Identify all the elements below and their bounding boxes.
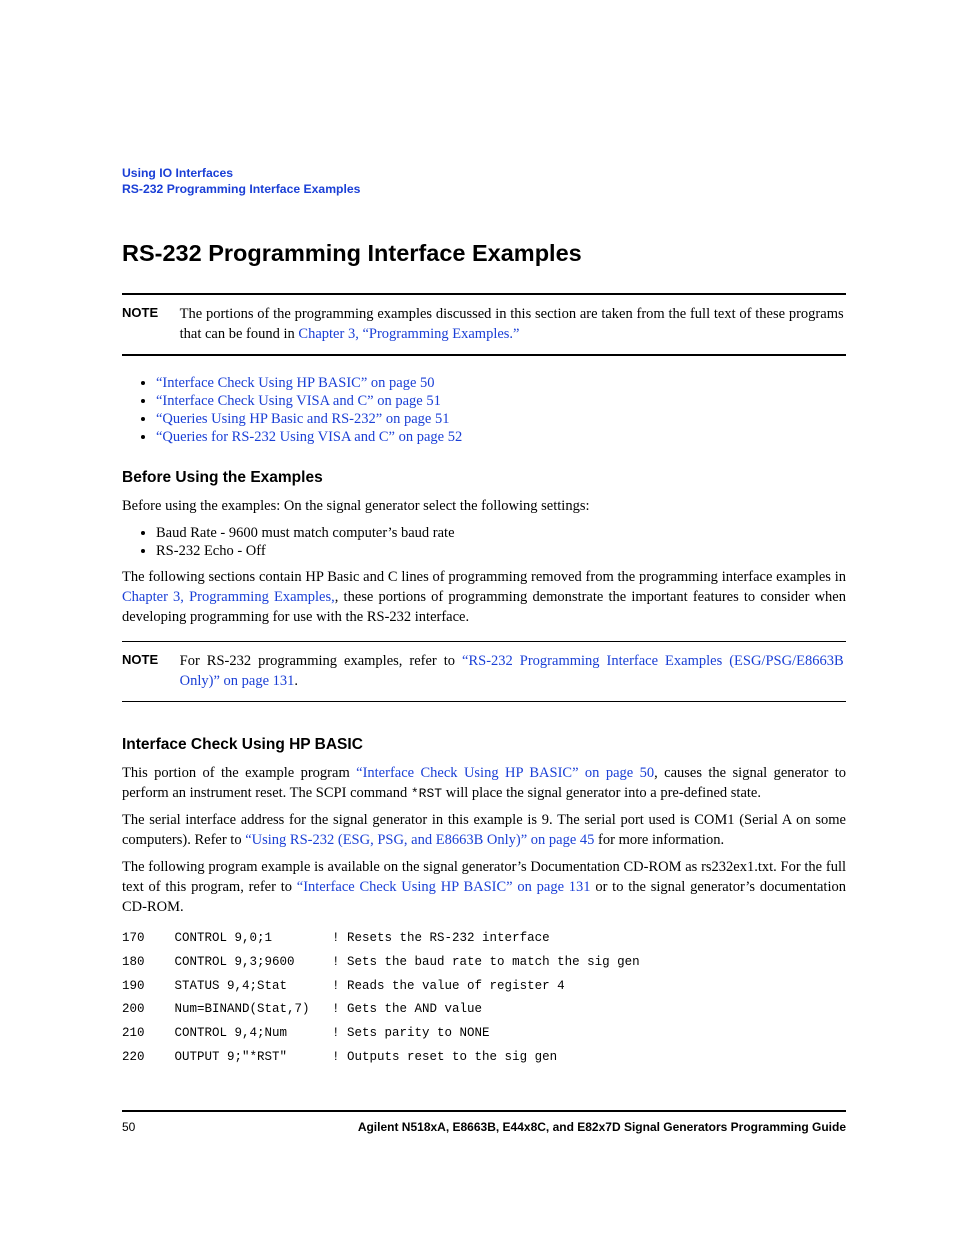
divider <box>122 701 846 702</box>
page-content: Using IO Interfaces RS-232 Programming I… <box>0 0 954 1194</box>
code-inline: *RST <box>411 786 442 801</box>
link-queries-basic[interactable]: “Queries Using HP Basic and RS-232” on p… <box>156 411 449 427</box>
list-item: “Interface Check Using VISA and C” on pa… <box>156 392 846 410</box>
page-title: RS-232 Programming Interface Examples <box>122 240 846 267</box>
link-using-rs232-p45[interactable]: “Using RS-232 (ESG, PSG, and E8663B Only… <box>245 832 594 848</box>
iface-p3: The following program example is availab… <box>122 858 846 917</box>
link-interface-check-visa[interactable]: “Interface Check Using VISA and C” on pa… <box>156 393 441 409</box>
link-interface-check-basic[interactable]: “Interface Check Using HP BASIC” on page… <box>156 375 435 391</box>
heading-before-examples: Before Using the Examples <box>122 469 846 487</box>
before-intro: Before using the examples: On the signal… <box>122 497 846 517</box>
note-label: NOTE <box>122 652 176 667</box>
heading-interface-check: Interface Check Using HP BASIC <box>122 736 846 754</box>
example-links-list: “Interface Check Using HP BASIC” on page… <box>122 374 846 447</box>
iface-p2: The serial interface address for the sig… <box>122 811 846 850</box>
text: This portion of the example program <box>122 765 356 781</box>
iface-p1: This portion of the example program “Int… <box>122 764 846 803</box>
divider <box>122 354 846 356</box>
note-block-2: NOTE For RS-232 programming examples, re… <box>122 642 846 701</box>
list-item: “Interface Check Using HP BASIC” on page… <box>156 374 846 392</box>
page-footer: 50 Agilent N518xA, E8663B, E44x8C, and E… <box>122 1110 846 1134</box>
link-interface-check-p50[interactable]: “Interface Check Using HP BASIC” on page… <box>356 765 654 781</box>
note-text: For RS-232 programming examples, refer t… <box>180 653 462 669</box>
list-item: “Queries Using HP Basic and RS-232” on p… <box>156 410 846 428</box>
text: The following sections contain HP Basic … <box>122 569 846 585</box>
breadcrumb: Using IO Interfaces RS-232 Programming I… <box>122 165 846 198</box>
link-interface-check-p131[interactable]: “Interface Check Using HP BASIC” on page… <box>297 879 591 895</box>
note-link-chapter3[interactable]: Chapter 3, “Programming Examples.” <box>298 326 519 342</box>
list-item: RS-232 Echo - Off <box>156 542 846 560</box>
link-queries-visa[interactable]: “Queries for RS-232 Using VISA and C” on… <box>156 429 462 445</box>
note-label: NOTE <box>122 305 176 320</box>
footer-label: Agilent N518xA, E8663B, E44x8C, and E82x… <box>358 1120 846 1134</box>
link-chapter3-examples[interactable]: Chapter 3, Programming Examples, <box>122 589 335 605</box>
list-item: “Queries for RS-232 Using VISA and C” on… <box>156 428 846 446</box>
before-paragraph: The following sections contain HP Basic … <box>122 568 846 627</box>
note-block-1: NOTE The portions of the programming exa… <box>122 295 846 354</box>
text: will place the signal generator into a p… <box>442 785 761 801</box>
breadcrumb-line1: Using IO Interfaces <box>122 166 233 180</box>
note-text: . <box>294 673 298 689</box>
code-listing: 170 CONTROL 9,0;1 ! Resets the RS-232 in… <box>122 927 846 1070</box>
page-number: 50 <box>122 1120 135 1134</box>
text: for more information. <box>594 832 724 848</box>
list-item: Baud Rate - 9600 must match computer’s b… <box>156 524 846 542</box>
breadcrumb-line2: RS-232 Programming Interface Examples <box>122 182 360 196</box>
settings-list: Baud Rate - 9600 must match computer’s b… <box>122 524 846 560</box>
note-body: The portions of the programming examples… <box>180 305 844 344</box>
note-body: For RS-232 programming examples, refer t… <box>180 652 844 691</box>
